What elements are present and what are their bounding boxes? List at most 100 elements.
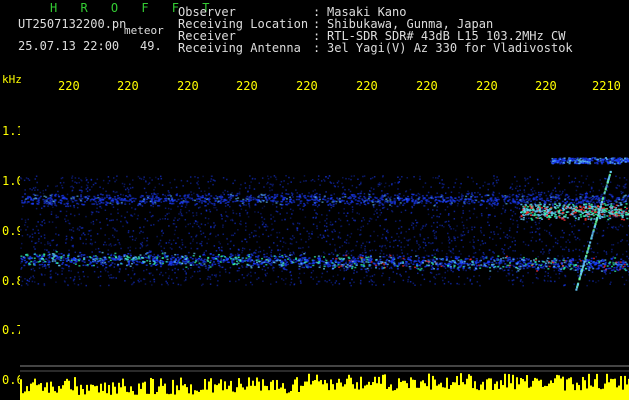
noise-dot: [242, 247, 244, 249]
noise-dot: [74, 251, 77, 254]
noise-dot: [258, 226, 261, 228]
noise-dot: [408, 228, 410, 231]
noise-dot: [235, 212, 238, 215]
noise-dot: [389, 199, 392, 201]
noise-dot: [254, 224, 257, 226]
noise-dot: [393, 199, 395, 202]
noise-dot: [441, 179, 443, 181]
noise-dot: [472, 180, 475, 183]
noise-dot: [146, 244, 149, 246]
noise-dot: [132, 230, 135, 232]
noise-dot: [57, 234, 60, 236]
noise-dot: [127, 247, 129, 249]
noise-dot: [280, 200, 283, 203]
noise-dot: [550, 262, 553, 264]
noise-dot: [475, 259, 478, 262]
noise-dot: [343, 241, 346, 243]
noise-dot: [474, 192, 476, 194]
noise-dot: [161, 184, 164, 186]
noise-dot: [116, 194, 119, 197]
noise-dot: [518, 193, 521, 196]
noise-dot: [176, 253, 179, 256]
noise-dot: [66, 193, 69, 196]
noise-dot: [35, 225, 38, 228]
noise-dot: [349, 282, 351, 284]
noise-dot: [523, 191, 526, 193]
noise-dot: [164, 217, 167, 220]
noise-dot: [353, 175, 355, 177]
noise-dot: [212, 197, 215, 199]
noise-dot: [226, 178, 228, 181]
noise-dot: [105, 190, 107, 193]
noise-dot: [432, 222, 435, 224]
noise-dot: [508, 235, 511, 238]
noise-dot: [375, 258, 378, 261]
noise-dot: [159, 273, 161, 276]
noise-dot: [177, 219, 179, 221]
noise-dot: [547, 275, 549, 277]
noise-dot: [525, 178, 527, 180]
noise-dot: [213, 179, 215, 181]
noise-dot: [203, 251, 206, 254]
noise-dot: [540, 251, 542, 253]
noise-dot: [554, 201, 557, 203]
noise-dot: [202, 175, 204, 178]
noise-dot: [32, 261, 35, 263]
noise-dot: [381, 190, 383, 192]
noise-dot: [91, 186, 93, 188]
noise-dot: [430, 258, 432, 261]
noise-dot: [197, 183, 199, 186]
noise-dot: [324, 219, 326, 222]
noise-dot: [519, 280, 522, 282]
noise-dot: [526, 198, 529, 200]
noise-dot: [505, 259, 507, 262]
noise-dot: [396, 205, 399, 208]
noise-dot: [195, 264, 198, 266]
noise-dot: [349, 197, 352, 200]
noise-dot: [486, 200, 489, 203]
noise-dot: [350, 178, 352, 181]
noise-dot: [526, 195, 529, 198]
noise-dot: [227, 196, 230, 199]
noise-dot: [34, 194, 37, 197]
noise-dot: [299, 195, 302, 197]
noise-dot: [317, 280, 320, 283]
noise-dot: [322, 234, 325, 237]
noise-dot: [407, 195, 410, 198]
noise-dot: [421, 195, 424, 197]
noise-dot: [306, 199, 309, 201]
noise-dot: [210, 175, 213, 177]
noise-dot: [297, 262, 300, 265]
noise-dot: [220, 259, 223, 261]
noise-dot: [548, 233, 551, 235]
noise-dot: [188, 209, 191, 212]
noise-dot: [452, 247, 454, 250]
noise-dot: [221, 266, 224, 269]
noise-dot: [354, 257, 357, 260]
noise-dot: [336, 197, 339, 199]
noise-dot: [210, 202, 213, 204]
noise-dot: [332, 199, 335, 201]
noise-dot: [45, 258, 48, 260]
noise-dot: [248, 264, 251, 266]
noise-dot: [298, 247, 300, 249]
noise-dot: [449, 226, 451, 228]
noise-dot: [61, 263, 64, 265]
noise-dot: [207, 217, 210, 220]
noise-dot: [264, 196, 267, 198]
noise-dot: [158, 183, 161, 185]
noise-dot: [238, 212, 241, 215]
noise-dot: [461, 193, 463, 196]
noise-dot: [441, 224, 443, 227]
noise-dot: [120, 202, 123, 205]
noise-dot: [300, 254, 303, 256]
noise-dot: [321, 260, 324, 262]
noise-dot: [71, 175, 74, 177]
noise-dot: [65, 235, 68, 238]
noise-dot: [102, 243, 105, 246]
noise-dot: [624, 184, 626, 186]
noise-dot: [527, 199, 530, 201]
noise-dot: [68, 229, 71, 231]
noise-dot: [419, 235, 422, 237]
noise-dot: [69, 205, 72, 207]
